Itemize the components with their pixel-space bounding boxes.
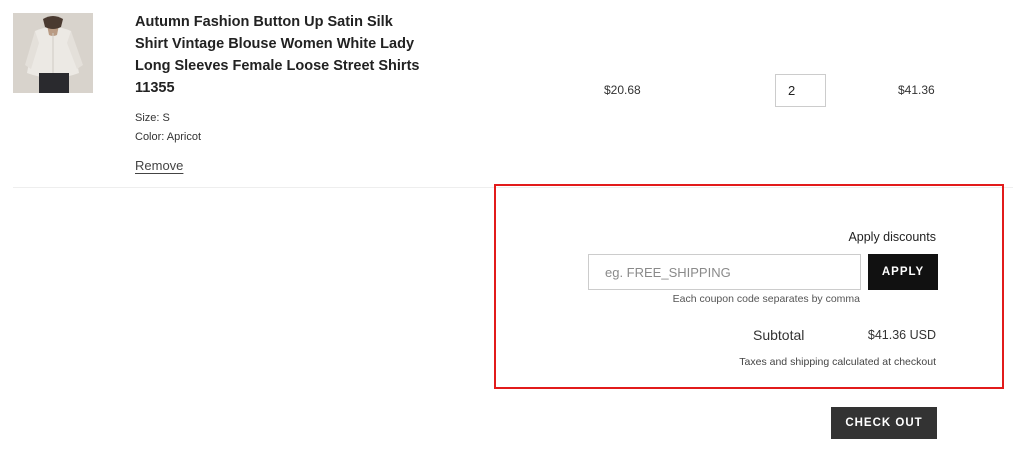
subtotal-label: Subtotal [753,327,805,343]
cart-item-row: Autumn Fashion Button Up Satin Silk Shir… [0,0,1024,188]
product-size: Size: S [135,112,170,124]
remove-link[interactable]: Remove [135,158,183,173]
subtotal-value: $41.36 USD [867,328,936,342]
apply-button[interactable]: APPLY [868,254,938,290]
line-total: $41.36 [898,83,935,97]
product-photo [13,13,93,93]
apply-discounts-label: Apply discounts [848,230,936,244]
quantity-input[interactable] [775,74,826,107]
product-title[interactable]: Autumn Fashion Button Up Satin Silk Shir… [135,11,425,99]
discount-summary-box: Apply discounts APPLY Each coupon code s… [494,184,1004,389]
product-color: Color: Apricot [135,131,202,143]
coupon-input[interactable] [588,254,861,290]
unit-price: $20.68 [604,83,641,97]
coupon-hint: Each coupon code separates by comma [672,293,860,305]
tax-note: Taxes and shipping calculated at checkou… [739,356,936,368]
cart-page: Autumn Fashion Button Up Satin Silk Shir… [0,0,1024,466]
checkout-button[interactable]: CHECK OUT [831,407,937,439]
product-image[interactable] [13,13,93,93]
product-info: Autumn Fashion Button Up Satin Silk Shir… [135,11,425,175]
